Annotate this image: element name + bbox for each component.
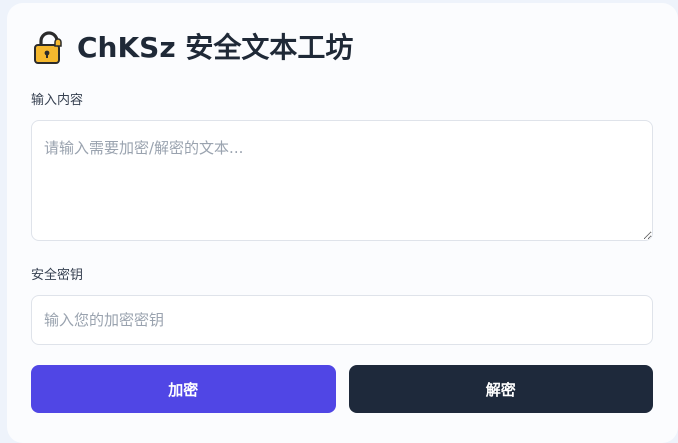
content-textarea[interactable] — [31, 120, 653, 241]
action-buttons: 加密 解密 — [31, 365, 653, 413]
main-card: ChKSz 安全文本工坊 输入内容 安全密钥 加密 解密 — [7, 3, 678, 443]
content-label: 输入内容 — [31, 93, 84, 108]
key-input[interactable] — [31, 295, 653, 345]
header: ChKSz 安全文本工坊 — [31, 28, 654, 68]
decrypt-button[interactable]: 解密 — [348, 365, 653, 413]
key-label: 安全密钥 — [31, 268, 84, 283]
lock-icon — [31, 30, 67, 66]
encrypt-button[interactable]: 加密 — [31, 365, 336, 413]
page-title: ChKSz 安全文本工坊 — [77, 31, 354, 64]
